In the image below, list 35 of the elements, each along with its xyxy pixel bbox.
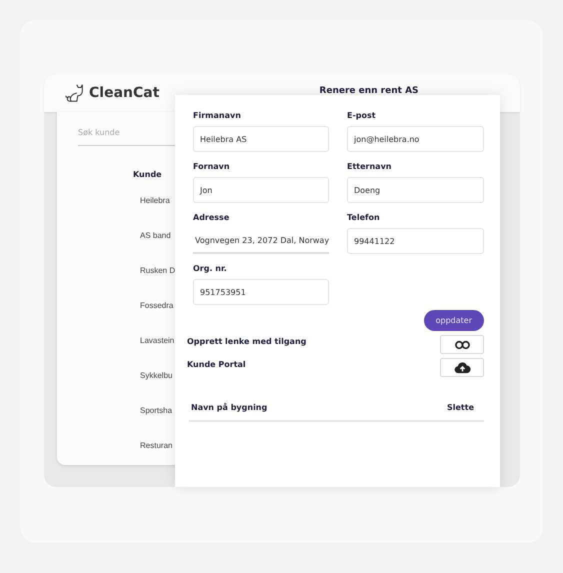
field-label: Fornavn: [193, 162, 231, 171]
customer-name[interactable]: AS band: [140, 231, 171, 242]
update-button[interactable]: oppdater: [424, 310, 484, 331]
input-field[interactable]: Doeng: [347, 177, 484, 203]
column-header: Slette: [446, 403, 474, 412]
link-button[interactable]: [440, 335, 484, 354]
field-label: E-post: [347, 111, 377, 120]
column-header: Navn på bygning: [191, 403, 268, 412]
customer-name[interactable]: Heilebra: [140, 196, 170, 207]
field-label: Adresse: [193, 213, 230, 222]
action-label: Kunde Portal: [187, 360, 246, 369]
company-title: Renere enn rent AS: [319, 86, 419, 96]
customer-name[interactable]: Rusken D: [140, 266, 176, 277]
customer-name[interactable]: Fossedra: [140, 301, 174, 312]
input-field[interactable]: Heilebra AS: [193, 126, 329, 152]
input-field[interactable]: jon@heilebra.no: [347, 126, 484, 152]
input-field[interactable]: 951753951: [193, 279, 329, 305]
customer-name[interactable]: Sykkelbu: [140, 371, 172, 382]
field-label: Firmanavn: [193, 111, 242, 120]
field-label: Telefon: [347, 213, 381, 222]
action-label: Opprett lenke med tilgang: [187, 337, 306, 346]
link-icon: [454, 340, 470, 350]
customer-name[interactable]: Resturan: [140, 441, 172, 452]
column-header: Kunde: [133, 170, 162, 179]
input-field[interactable]: Jon: [193, 177, 329, 203]
input-field[interactable]: Vognvegen 23, 2072 Dal, Norway: [193, 228, 329, 254]
upload-button[interactable]: [440, 358, 484, 377]
customer-name[interactable]: Lavastein: [140, 336, 174, 347]
field-label: Org. nr.: [193, 264, 228, 273]
cloud-upload-icon: [454, 362, 470, 374]
input-field[interactable]: 99441122: [347, 228, 484, 254]
cat-logo-icon: [64, 82, 86, 104]
app-logo-text: CleanCat: [89, 85, 160, 101]
field-label: Etternavn: [347, 162, 392, 171]
customer-name[interactable]: Sportsha: [140, 406, 172, 417]
